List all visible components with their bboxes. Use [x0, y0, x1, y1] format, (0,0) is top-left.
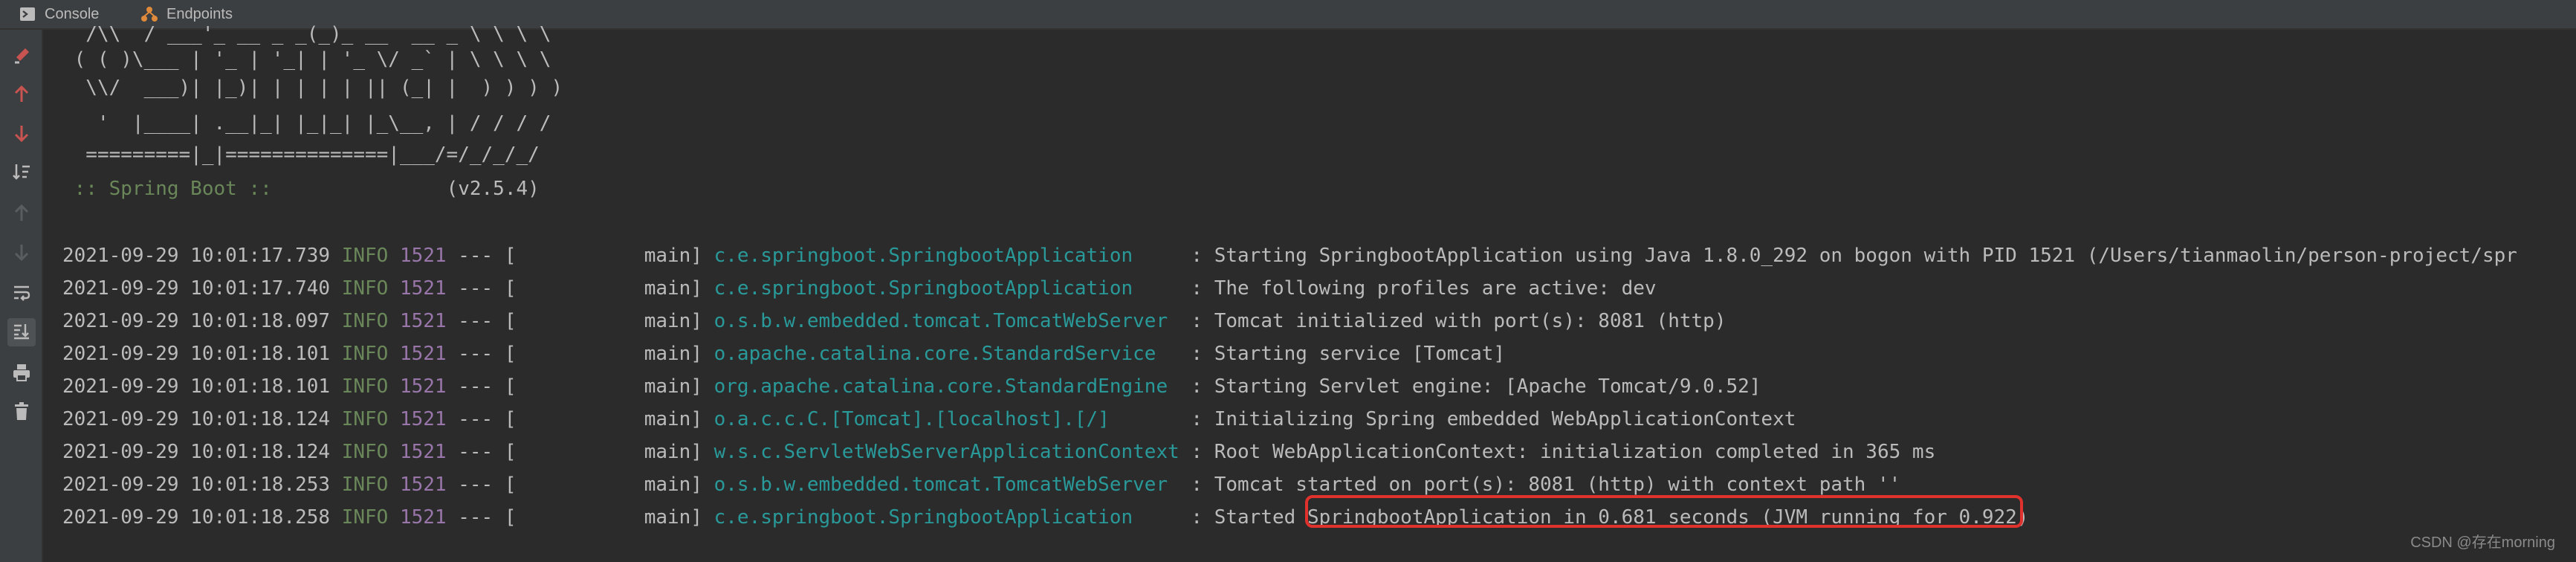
- log-logger: o.s.b.w.embedded.tomcat.TomcatWebServer: [713, 474, 1179, 496]
- log-thread: --- [ main]: [446, 474, 714, 496]
- scroll-to-end-icon: [12, 321, 31, 343]
- log-line: 2021-09-29 10:01:18.101 INFO 1521 --- [ …: [62, 337, 1505, 370]
- log-pid: 1521: [399, 245, 447, 267]
- log-thread: --- [ main]: [446, 343, 714, 365]
- soft-wrap-button[interactable]: [7, 280, 36, 308]
- log-timestamp: 2021-09-29 10:01:18.101: [62, 343, 331, 365]
- clear-button[interactable]: [7, 43, 36, 71]
- log-level: INFO: [341, 474, 389, 496]
- log-pid: 1521: [399, 506, 447, 529]
- down-button-disabled[interactable]: [7, 239, 36, 268]
- log-timestamp: 2021-09-29 10:01:17.739: [62, 245, 331, 267]
- sort-button[interactable]: [7, 159, 36, 187]
- soft-wrap-icon: [12, 282, 31, 305]
- up-button-disabled[interactable]: [7, 201, 36, 229]
- log-timestamp: 2021-09-29 10:01:18.124: [62, 441, 331, 463]
- console-icon: [19, 6, 36, 22]
- highlight-box: [1305, 495, 2023, 528]
- log-level: INFO: [341, 375, 389, 398]
- log-line: 2021-09-29 10:01:18.101 INFO 1521 --- [ …: [62, 370, 1761, 403]
- banner-line: =========|_|==============|___/=/_/_/_/: [62, 143, 540, 166]
- log-message: : Tomcat initialized with port(s): 8081 …: [1179, 310, 1726, 332]
- log-message: : Root WebApplicationContext: initializa…: [1179, 441, 1936, 463]
- log-level: INFO: [341, 343, 389, 365]
- arrow-down-icon: [13, 123, 30, 146]
- log-logger: o.apache.catalina.core.StandardService: [713, 343, 1179, 365]
- log-pid: 1521: [399, 441, 447, 463]
- spring-boot-line: :: Spring Boot :: (v2.5.4): [62, 172, 540, 205]
- log-logger: org.apache.catalina.core.StandardEngine: [713, 375, 1179, 398]
- log-message: : The following profiles are active: dev: [1179, 277, 1657, 300]
- log-logger: c.e.springboot.SpringbootApplication: [713, 277, 1179, 300]
- log-thread: --- [ main]: [446, 310, 714, 332]
- log-pid: 1521: [399, 375, 447, 398]
- log-logger: o.s.b.w.embedded.tomcat.TomcatWebServer: [713, 310, 1179, 332]
- log-pid: 1521: [399, 277, 447, 300]
- arrow-up-icon: [13, 85, 30, 107]
- console-toolbar: [0, 30, 43, 562]
- log-level: INFO: [341, 506, 389, 529]
- next-occurrence-button[interactable]: [7, 120, 36, 149]
- log-line: 2021-09-29 10:01:18.124 INFO 1521 --- [ …: [62, 436, 1935, 468]
- prev-occurrence-button[interactable]: [7, 82, 36, 110]
- log-thread: --- [ main]: [446, 506, 714, 529]
- log-line: 2021-09-29 10:01:17.739 INFO 1521 --- [ …: [62, 239, 2517, 272]
- log-level: INFO: [341, 441, 389, 463]
- log-thread: --- [ main]: [446, 277, 714, 300]
- log-line: 2021-09-29 10:01:17.740 INFO 1521 --- [ …: [62, 272, 1657, 305]
- log-message: : Starting SpringbootApplication using J…: [1179, 245, 2517, 267]
- log-thread: --- [ main]: [446, 245, 714, 267]
- log-level: INFO: [341, 310, 389, 332]
- log-timestamp: 2021-09-29 10:01:18.097: [62, 310, 331, 332]
- log-thread: --- [ main]: [446, 375, 714, 398]
- log-timestamp: 2021-09-29 10:01:17.740: [62, 277, 331, 300]
- clear-icon: [12, 46, 31, 68]
- log-thread: --- [ main]: [446, 441, 714, 463]
- banner-line: ' |____| .__|_| |_|_| |_\__, | / / / /: [62, 112, 551, 135]
- print-icon: [12, 363, 31, 385]
- console-output[interactable]: /\\ / ___'_ __ _ _(_)_ __ __ _ \ \ \ \ (…: [62, 23, 2576, 562]
- log-pid: 1521: [399, 343, 447, 365]
- log-pid: 1521: [399, 310, 447, 332]
- log-line: 2021-09-29 10:01:18.124 INFO 1521 --- [ …: [62, 403, 1796, 436]
- watermark: CSDN @存在morning: [2410, 534, 2555, 551]
- log-thread: --- [ main]: [446, 408, 714, 430]
- log-message: : Starting service [Tomcat]: [1179, 343, 1506, 365]
- log-timestamp: 2021-09-29 10:01:18.258: [62, 506, 331, 529]
- log-timestamp: 2021-09-29 10:01:18.101: [62, 375, 331, 398]
- log-message: : Tomcat started on port(s): 8081 (http)…: [1179, 474, 1901, 496]
- log-timestamp: 2021-09-29 10:01:18.124: [62, 408, 331, 430]
- banner-line: \\/ ___)| |_)| | | | | || (_| | ) ) ) ): [62, 77, 563, 99]
- log-message: : Starting Servlet engine: [Apache Tomca…: [1179, 375, 1761, 398]
- sort-icon: [12, 162, 31, 184]
- log-logger: w.s.c.ServletWebServerApplicationContext: [713, 441, 1179, 463]
- trash-icon: [13, 401, 30, 424]
- scroll-to-end-button[interactable]: [7, 318, 36, 346]
- log-pid: 1521: [399, 474, 447, 496]
- log-timestamp: 2021-09-29 10:01:18.253: [62, 474, 331, 496]
- log-line: 2021-09-29 10:01:18.097 INFO 1521 --- [ …: [62, 305, 1726, 337]
- up-disabled-icon: [13, 204, 30, 226]
- log-level: INFO: [341, 245, 389, 267]
- log-level: INFO: [341, 277, 389, 300]
- log-logger: c.e.springboot.SpringbootApplication: [713, 245, 1179, 267]
- log-message: : Initializing Spring embedded WebApplic…: [1179, 408, 1796, 430]
- down-disabled-icon: [13, 242, 30, 265]
- log-pid: 1521: [399, 408, 447, 430]
- spring-boot-label: :: Spring Boot ::: [62, 178, 272, 200]
- log-logger: c.e.springboot.SpringbootApplication: [713, 506, 1179, 529]
- print-button[interactable]: [7, 360, 36, 388]
- log-logger: o.a.c.c.C.[Tomcat].[localhost].[/]: [713, 408, 1179, 430]
- delete-button[interactable]: [7, 398, 36, 427]
- spring-boot-version: (v2.5.4): [271, 178, 540, 200]
- log-level: INFO: [341, 408, 389, 430]
